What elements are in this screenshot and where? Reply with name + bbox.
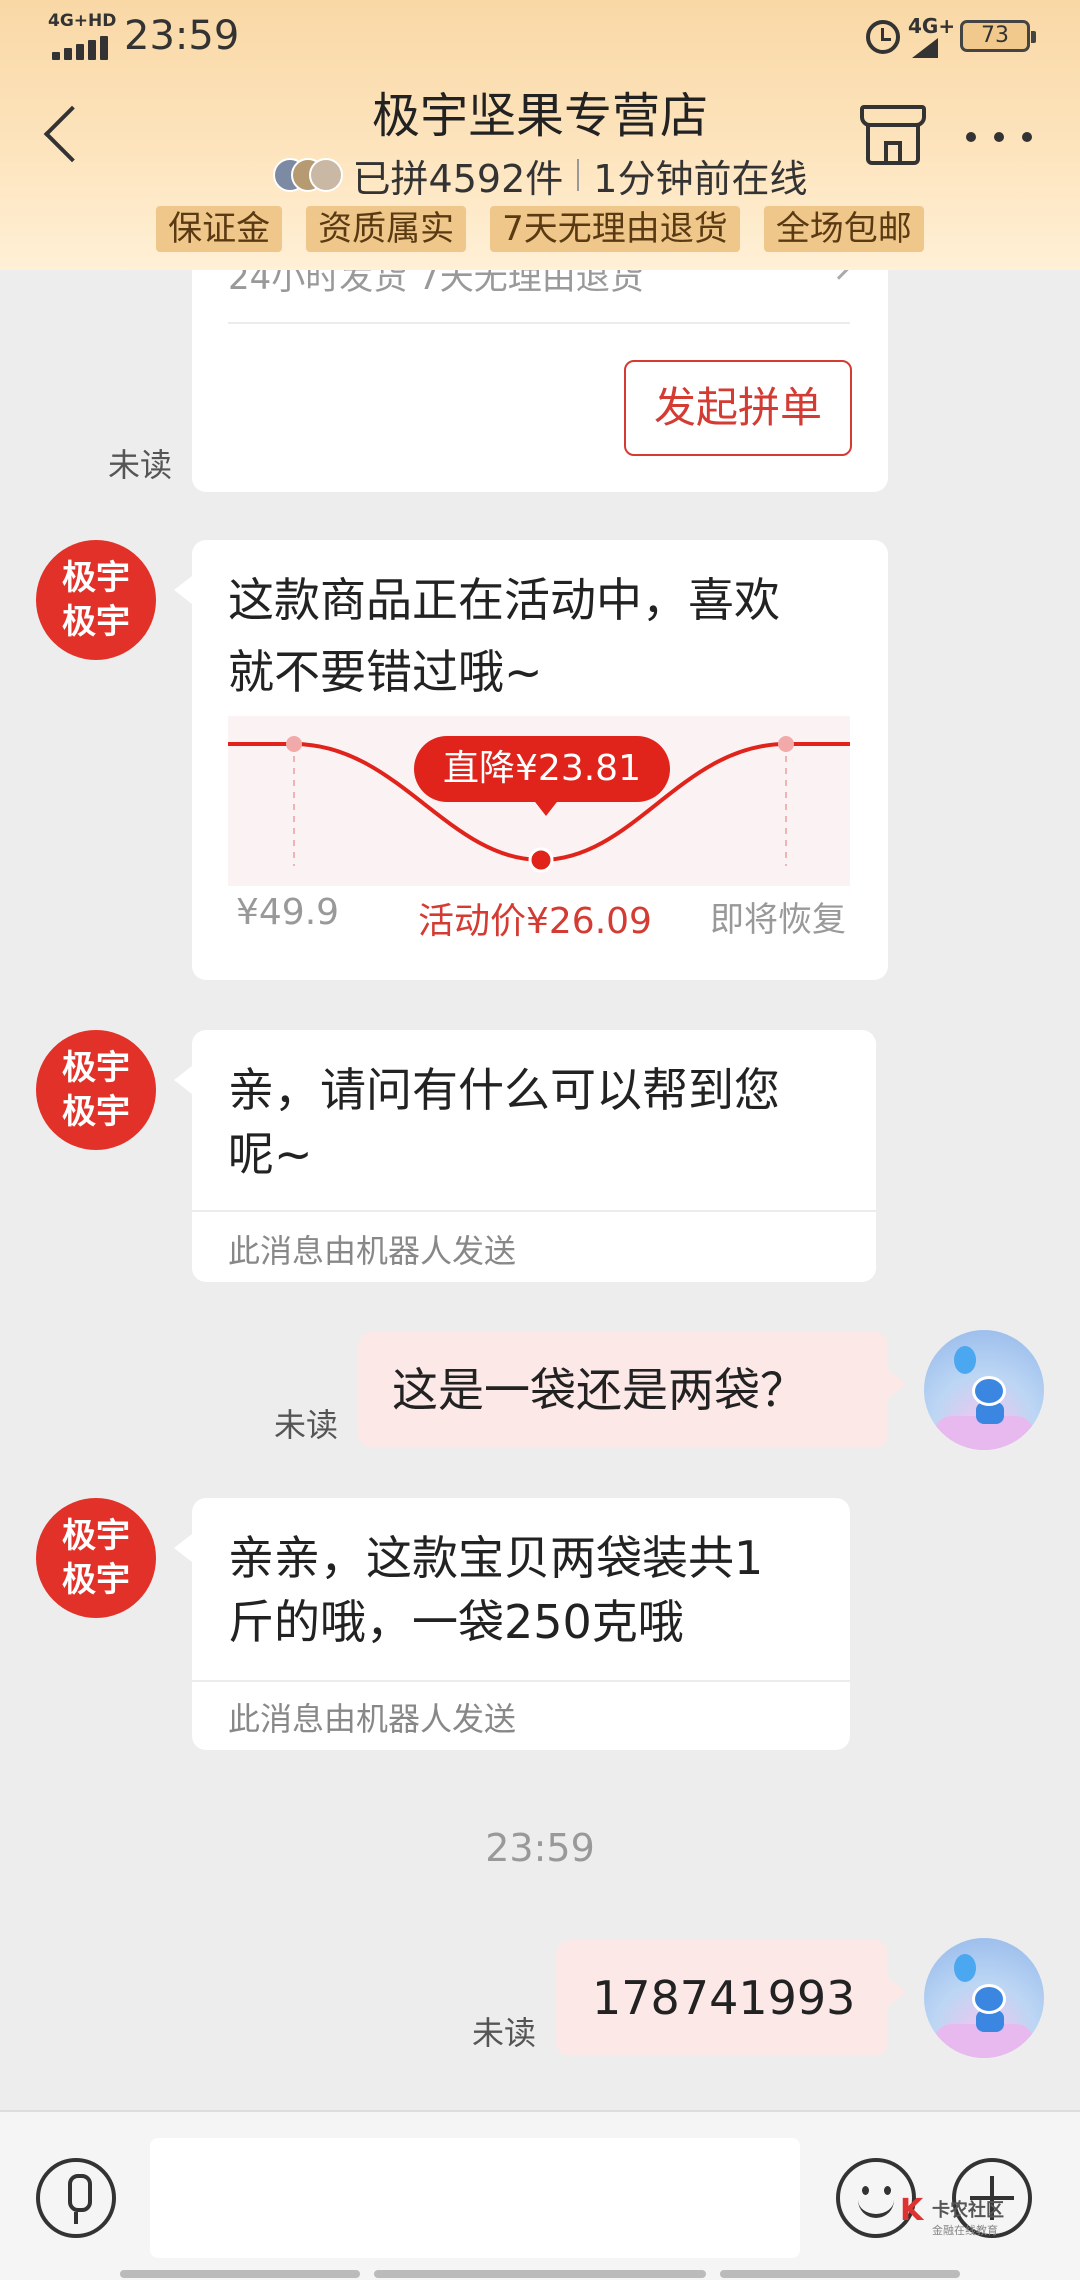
signal-icon: 4G+HD bbox=[48, 12, 116, 60]
user-question-text: 这是一袋还是两袋？ bbox=[392, 1363, 806, 1417]
message-input[interactable] bbox=[150, 2138, 800, 2258]
price-drop-badge: 直降¥23.81 bbox=[414, 736, 670, 816]
tag-qualification[interactable]: 资质属实 bbox=[306, 206, 467, 252]
shop-avatar[interactable]: 极宇 极宇 bbox=[36, 1498, 156, 1618]
microphone-icon[interactable] bbox=[36, 2158, 116, 2238]
greeting-text-line2: 呢~ bbox=[228, 1127, 313, 1181]
divider bbox=[192, 1210, 876, 1212]
original-price-point bbox=[286, 736, 302, 752]
status-bar: 4G+HD 23:59 4G+ 73 bbox=[0, 0, 1080, 72]
activity-price: 活动价¥26.09 bbox=[418, 901, 652, 942]
online-status: 1分钟前在线 bbox=[593, 156, 808, 201]
alarm-icon bbox=[866, 20, 900, 54]
gesture-bar bbox=[120, 2270, 960, 2278]
watermark-logo: K 卡农社区 金融在线教育 bbox=[900, 2193, 1004, 2238]
user-avatar[interactable] bbox=[924, 1938, 1044, 2058]
restore-label: 即将恢复 bbox=[710, 900, 846, 940]
input-bar: K 卡农社区 金融在线教育 bbox=[0, 2110, 1080, 2280]
more-icon[interactable] bbox=[962, 110, 1036, 160]
buyer-avatars bbox=[272, 158, 343, 192]
time-separator: 23:59 bbox=[485, 1826, 595, 1870]
user-avatar[interactable] bbox=[924, 1330, 1044, 1450]
promo-text-line1: 这款商品正在活动中，喜欢 bbox=[228, 573, 780, 627]
divider bbox=[228, 322, 850, 324]
chat-screen: 24小时发货 7天无理由退货 发起拼单 未读 极宇 极宇 这款商品正在活动中，喜… bbox=[0, 0, 1080, 2280]
tag-deposit[interactable]: 保证金 bbox=[156, 206, 283, 252]
status-time: 23:59 bbox=[124, 13, 240, 59]
activity-price-point bbox=[528, 847, 554, 873]
store-tags: 保证金 资质属实 7天无理由退货 全场包邮 bbox=[0, 206, 1080, 252]
network-type: 4G+ bbox=[908, 14, 956, 38]
launch-group-buy-button[interactable]: 发起拼单 bbox=[624, 360, 852, 456]
tag-free-shipping[interactable]: 全场包邮 bbox=[763, 206, 924, 252]
answer-text-line1: 亲亲，这款宝贝两袋装共1 bbox=[228, 1531, 764, 1585]
chat-area[interactable]: 24小时发货 7天无理由退货 发起拼单 未读 极宇 极宇 这款商品正在活动中，喜… bbox=[0, 0, 1080, 2110]
divider bbox=[577, 159, 580, 191]
chat-header: 4G+HD 23:59 4G+ 73 极宇坚果专营店 已拼4592件 1分钟前在… bbox=[0, 0, 1080, 270]
sold-count: 已拼4592件 bbox=[352, 156, 564, 201]
divider bbox=[192, 1680, 850, 1682]
promo-text-line2: 就不要错过哦~ bbox=[228, 645, 543, 699]
shop-avatar[interactable]: 极宇 极宇 bbox=[36, 540, 156, 660]
user-number-text: 178741993 bbox=[592, 1971, 856, 2025]
robot-note: 此消息由机器人发送 bbox=[228, 1700, 517, 1738]
greeting-text-line1: 亲，请问有什么可以帮到您 bbox=[228, 1063, 780, 1117]
signal-strength-icon bbox=[912, 38, 938, 58]
robot-note: 此消息由机器人发送 bbox=[228, 1232, 517, 1270]
shop-avatar[interactable]: 极宇 极宇 bbox=[36, 1030, 156, 1150]
restore-price-point bbox=[778, 736, 794, 752]
tag-return[interactable]: 7天无理由退货 bbox=[490, 206, 740, 252]
watermark-mark-icon: K bbox=[900, 2193, 924, 2228]
answer-text-line2: 斤的哦，一袋250克哦 bbox=[228, 1595, 684, 1649]
store-icon[interactable] bbox=[860, 105, 926, 167]
battery-icon: 73 bbox=[960, 20, 1036, 52]
original-price: ¥49.9 bbox=[236, 892, 340, 933]
unread-label: 未读 bbox=[108, 446, 173, 484]
unread-label: 未读 bbox=[274, 1406, 339, 1444]
unread-label: 未读 bbox=[472, 2014, 537, 2052]
